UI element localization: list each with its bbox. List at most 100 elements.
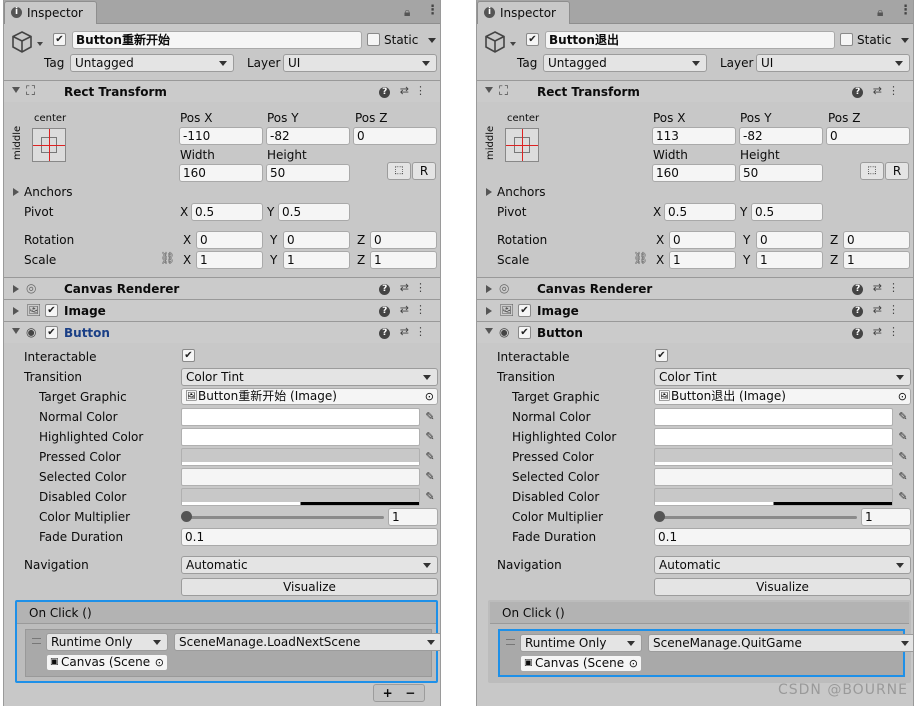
component-header-icons[interactable]: ? ⇄⋮ [379,303,432,317]
button-enabled-checkbox[interactable]: ✔ [45,326,58,339]
anchors-foldout-arrow[interactable] [486,188,492,196]
more-options-icon[interactable]: ⋮ [899,3,912,18]
color-multiplier-field[interactable]: 1 [861,508,911,526]
transition-dropdown[interactable]: Color Tint [654,368,911,386]
interactable-checkbox[interactable]: ✔ [655,349,668,362]
navigation-dropdown[interactable]: Automatic [654,556,911,574]
static-checkbox[interactable] [840,33,853,46]
height-field[interactable]: 50 [739,164,823,182]
component-header-icons[interactable]: ? ⇄⋮ [852,84,905,98]
navigation-dropdown[interactable]: Automatic [181,556,438,574]
target-graphic-field[interactable]: 🖼︎ Button退出 (Image) ⊙ [654,388,911,405]
anchor-presets-button[interactable] [505,128,539,162]
constrain-proportions-icon[interactable]: ⛓ [160,251,175,265]
layer-dropdown[interactable]: UI [756,54,910,72]
object-name-field[interactable]: Button重新开始 [72,31,362,49]
image-enabled-checkbox[interactable]: ✔ [518,304,531,317]
eyedropper-icon[interactable]: ✎ [422,489,438,505]
button-header[interactable]: ◉ ✔ Button ? ⇄⋮ [4,321,440,343]
eyedropper-icon[interactable]: ✎ [895,469,911,485]
height-field[interactable]: 50 [266,164,350,182]
scale-x-field[interactable]: 1 [669,251,736,269]
foldout-arrow[interactable] [486,307,492,315]
canvas-renderer-header[interactable]: ◎ Canvas Renderer ? ⇄⋮ [4,277,440,299]
component-header-icons[interactable]: ? ⇄⋮ [379,84,432,98]
image-enabled-checkbox[interactable]: ✔ [45,304,58,317]
component-header-icons[interactable]: ? ⇄⋮ [379,281,432,295]
foldout-arrow[interactable] [13,307,19,315]
component-header-icons[interactable]: ? ⇄⋮ [852,303,905,317]
function-dropdown[interactable]: SceneManage.QuitGame [648,634,913,652]
rot-y-field[interactable]: 0 [283,231,350,249]
component-header-icons[interactable]: ? ⇄⋮ [852,281,905,295]
highlighted-color-swatch[interactable] [654,428,893,446]
static-checkbox[interactable] [367,33,380,46]
selected-color-swatch[interactable] [181,468,420,486]
active-checkbox[interactable]: ✔ [53,33,66,46]
selected-color-swatch[interactable] [654,468,893,486]
button-header[interactable]: ◉ ✔ Button ? ⇄⋮ [477,321,913,343]
normal-color-swatch[interactable] [654,408,893,426]
raw-edit-button[interactable]: R [412,162,436,180]
canvas-renderer-header[interactable]: ◎ Canvas Renderer ? ⇄⋮ [477,277,913,299]
component-header-icons[interactable]: ? ⇄⋮ [852,325,905,339]
fade-duration-field[interactable]: 0.1 [654,528,911,546]
posz-field[interactable]: 0 [826,127,910,145]
normal-color-swatch[interactable] [181,408,420,426]
blueprint-mode-button[interactable]: ⬚ [387,162,411,180]
eyedropper-icon[interactable]: ✎ [895,409,911,425]
interactable-checkbox[interactable]: ✔ [182,349,195,362]
lock-icon[interactable]: 🔒︎ [877,5,883,20]
rot-z-field[interactable]: 0 [843,231,910,249]
icon-dropdown-arrow[interactable] [37,42,43,46]
drag-handle-icon[interactable] [506,639,515,645]
eyedropper-icon[interactable]: ✎ [895,429,911,445]
remove-listener-button[interactable]: − [405,686,415,700]
scale-x-field[interactable]: 1 [196,251,263,269]
posx-field[interactable]: -110 [179,127,263,145]
scale-z-field[interactable]: 1 [370,251,437,269]
foldout-arrow[interactable] [12,87,20,93]
object-picker-icon[interactable]: ⊙ [628,656,638,671]
rot-x-field[interactable]: 0 [196,231,263,249]
rect-transform-header[interactable]: ⛶ Rect Transform ? ⇄⋮ [4,80,440,102]
runtime-dropdown[interactable]: Runtime Only [46,633,168,651]
static-dropdown-arrow[interactable] [901,38,909,43]
eyedropper-icon[interactable]: ✎ [422,429,438,445]
raw-edit-button[interactable]: R [885,162,909,180]
color-multiplier-slider-track[interactable] [186,516,384,519]
foldout-arrow[interactable] [486,285,492,293]
more-options-icon[interactable]: ⋮ [426,3,439,18]
eyedropper-icon[interactable]: ✎ [895,449,911,465]
rot-z-field[interactable]: 0 [370,231,437,249]
anchor-presets-button[interactable] [32,128,66,162]
runtime-dropdown[interactable]: Runtime Only [520,634,642,652]
button-enabled-checkbox[interactable]: ✔ [518,326,531,339]
foldout-arrow[interactable] [485,87,493,93]
rot-y-field[interactable]: 0 [756,231,823,249]
scale-z-field[interactable]: 1 [843,251,910,269]
color-multiplier-slider-handle[interactable] [181,511,192,522]
disabled-color-swatch[interactable] [654,488,893,506]
width-field[interactable]: 160 [179,164,263,182]
image-header[interactable]: 🖼︎ ✔ Image ? ⇄⋮ [477,299,913,321]
rect-transform-header[interactable]: ⛶ Rect Transform ? ⇄⋮ [477,80,913,102]
object-picker-icon[interactable]: ⊙ [425,389,434,404]
eyedropper-icon[interactable]: ✎ [895,489,911,505]
pressed-color-swatch[interactable] [654,448,893,466]
posz-field[interactable]: 0 [353,127,437,145]
scale-y-field[interactable]: 1 [756,251,823,269]
posy-field[interactable]: -82 [266,127,350,145]
color-multiplier-slider-handle[interactable] [654,511,665,522]
target-object-field[interactable]: ▣ Canvas (Scene ⊙ [520,655,642,672]
active-checkbox[interactable]: ✔ [526,33,539,46]
disabled-color-swatch[interactable] [181,488,420,506]
visualize-button[interactable]: Visualize [654,578,911,596]
scale-y-field[interactable]: 1 [283,251,350,269]
eyedropper-icon[interactable]: ✎ [422,409,438,425]
eyedropper-icon[interactable]: ✎ [422,449,438,465]
layer-dropdown[interactable]: UI [283,54,437,72]
transition-dropdown[interactable]: Color Tint [181,368,438,386]
object-picker-icon[interactable]: ⊙ [154,655,164,670]
lock-icon[interactable]: 🔒︎ [404,5,410,20]
